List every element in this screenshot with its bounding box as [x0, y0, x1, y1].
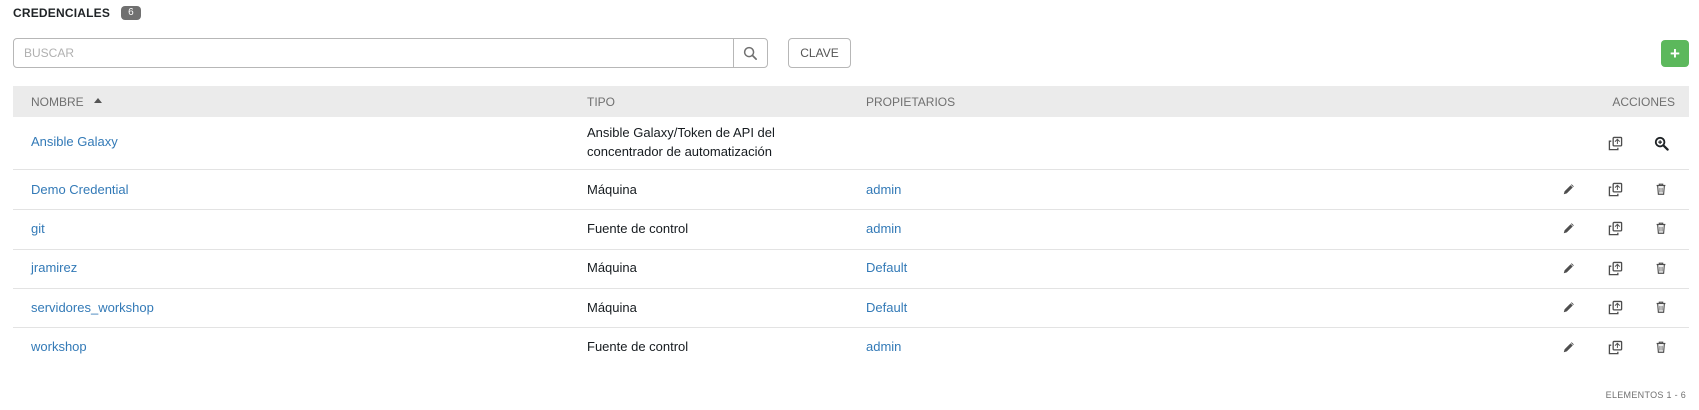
credential-type: Ansible Galaxy/Token de API del concentr…: [587, 125, 775, 159]
owner-link[interactable]: admin: [866, 221, 901, 236]
table-row: servidores_workshop Máquina Default: [13, 289, 1689, 328]
credential-name-link[interactable]: jramirez: [31, 260, 77, 275]
credential-type: Fuente de control: [587, 221, 689, 236]
credential-name-link[interactable]: servidores_workshop: [31, 300, 154, 315]
owner-link[interactable]: Default: [866, 300, 907, 315]
table-row: git Fuente de control admin: [13, 210, 1689, 250]
table-row: Demo Credential Máquina admin: [13, 170, 1689, 210]
copy-icon[interactable]: [1607, 181, 1623, 197]
copy-icon[interactable]: [1607, 299, 1623, 315]
table-header: NOMBRE TIPO PROPIETARIOS ACCIONES: [13, 86, 1689, 117]
owner-link[interactable]: admin: [866, 182, 901, 197]
table-row: Ansible Galaxy Ansible Galaxy/Token de A…: [13, 117, 1689, 170]
delete-icon[interactable]: [1653, 181, 1669, 197]
credential-type: Fuente de control: [587, 339, 689, 354]
owner-link[interactable]: admin: [866, 339, 901, 354]
key-button[interactable]: CLAVE: [788, 38, 851, 68]
delete-icon[interactable]: [1653, 260, 1669, 276]
column-header-acciones: ACCIONES: [1612, 95, 1675, 109]
credential-name-link[interactable]: Ansible Galaxy: [31, 134, 118, 149]
copy-icon[interactable]: [1607, 260, 1623, 276]
view-icon[interactable]: [1653, 135, 1669, 151]
credential-type: Máquina: [587, 182, 637, 197]
pagination-summary: ELEMENTOS 1 - 6: [1605, 390, 1686, 400]
credential-name-link[interactable]: Demo Credential: [31, 182, 129, 197]
search-bar: [13, 38, 768, 68]
credential-name-link[interactable]: workshop: [31, 339, 87, 354]
column-header-propietarios[interactable]: PROPIETARIOS: [866, 95, 955, 109]
delete-icon[interactable]: [1653, 299, 1669, 315]
sort-ascending-icon: [93, 98, 102, 103]
credential-type: Máquina: [587, 260, 637, 275]
search-button[interactable]: [733, 39, 767, 67]
edit-icon[interactable]: [1561, 220, 1577, 236]
page-header: CREDENCIALES 6: [13, 6, 141, 20]
table-row: jramirez Máquina Default: [13, 250, 1689, 289]
search-icon: [743, 46, 758, 61]
column-header-nombre[interactable]: NOMBRE: [31, 95, 102, 109]
add-button[interactable]: +: [1661, 40, 1689, 67]
edit-icon[interactable]: [1561, 299, 1577, 315]
delete-icon[interactable]: [1653, 220, 1669, 236]
edit-icon[interactable]: [1561, 339, 1577, 355]
count-badge: 6: [121, 6, 141, 20]
search-input[interactable]: [14, 39, 733, 67]
edit-icon[interactable]: [1561, 181, 1577, 197]
copy-icon[interactable]: [1607, 339, 1623, 355]
delete-icon[interactable]: [1653, 339, 1669, 355]
copy-icon[interactable]: [1607, 135, 1623, 151]
credential-type: Máquina: [587, 300, 637, 315]
edit-icon[interactable]: [1561, 260, 1577, 276]
table-row: workshop Fuente de control admin: [13, 328, 1689, 368]
credential-name-link[interactable]: git: [31, 221, 45, 236]
copy-icon[interactable]: [1607, 220, 1623, 236]
column-header-tipo[interactable]: TIPO: [587, 95, 615, 109]
page-title: CREDENCIALES: [13, 6, 111, 20]
owner-link[interactable]: Default: [866, 260, 907, 275]
